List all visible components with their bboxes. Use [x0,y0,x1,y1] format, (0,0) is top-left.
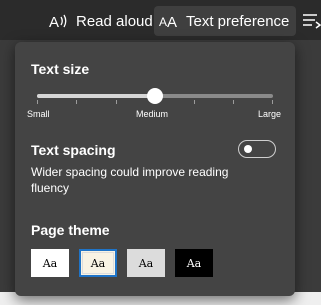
text-spacing-title: Text spacing [31,142,116,158]
page-theme-gray[interactable]: Aa [127,249,165,277]
text-preference-panel: Text size Small Medium Large Text spacin… [15,42,295,296]
reader-toolbar: A Read aloud A A Text preference [0,0,321,40]
text-preference-icon: A A [158,11,178,31]
page-theme-title: Page theme [31,222,110,238]
text-size-slider[interactable] [37,84,273,108]
text-spacing-toggle[interactable] [238,140,276,158]
more-options-icon [301,14,321,30]
svg-text:A: A [167,14,177,31]
text-preference-label: Text preference [186,12,290,30]
slider-tick [116,100,117,104]
toggle-knob [244,145,252,153]
text-size-medium-label: Medium [136,109,169,119]
page-theme-sepia[interactable]: Aa [79,249,117,277]
slider-tick [76,100,77,104]
text-size-small-label: Small [27,109,50,119]
svg-text:A: A [49,14,59,31]
page-theme-black[interactable]: Aa [175,249,213,277]
svg-text:A: A [159,15,167,29]
page-theme-white[interactable]: Aa [31,249,69,277]
slider-tick [272,100,273,104]
read-aloud-icon: A [48,11,68,31]
slider-tick [233,100,234,104]
text-size-large-label: Large [258,109,282,119]
text-size-title: Text size [31,61,90,77]
slider-tick [194,100,195,104]
read-aloud-label: Read aloud [76,12,153,30]
text-spacing-description: Wider spacing could improve reading flue… [31,165,229,195]
slider-thumb[interactable] [147,88,163,104]
more-options-button[interactable] [301,10,321,30]
slider-tick [37,100,38,104]
slider-fill [37,94,155,98]
text-preference-button[interactable]: A A Text preference [154,6,296,36]
read-aloud-button[interactable]: A Read aloud [44,6,153,36]
